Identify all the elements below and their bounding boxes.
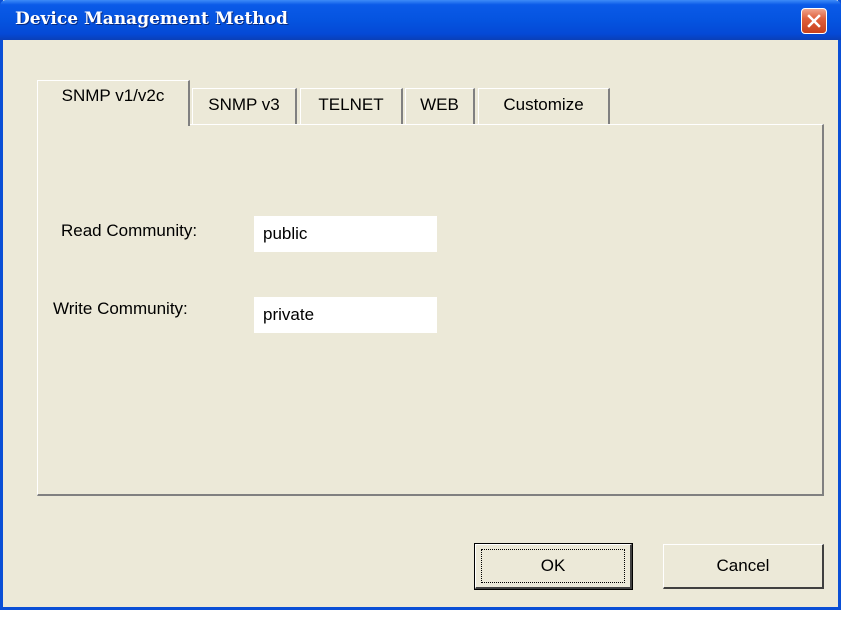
ok-button[interactable]: OK xyxy=(474,543,633,590)
ok-button-label: OK xyxy=(540,556,566,575)
write-community-label: Write Community: xyxy=(53,299,188,318)
read-community-input[interactable]: public xyxy=(254,216,437,252)
close-icon xyxy=(807,14,821,28)
tab-telnet[interactable]: TELNET xyxy=(300,88,403,124)
cancel-button-label: Cancel xyxy=(716,556,770,575)
tab-snmp-v3[interactable]: SNMP v3 xyxy=(192,88,297,124)
title-bar[interactable]: Device Management Method xyxy=(0,0,841,40)
window-title: Device Management Method xyxy=(15,9,288,29)
device-management-dialog: Device Management Method SNMP v1/v2c SNM… xyxy=(0,0,841,610)
write-community-input[interactable]: private xyxy=(254,297,437,333)
tab-snmp-v1-v2c[interactable]: SNMP v1/v2c xyxy=(37,80,190,126)
tab-web[interactable]: WEB xyxy=(405,88,475,124)
tab-customize[interactable]: Customize xyxy=(478,88,610,124)
read-community-label: Read Community: xyxy=(61,221,198,240)
cancel-button[interactable]: Cancel xyxy=(663,544,824,589)
close-button[interactable] xyxy=(801,8,827,34)
